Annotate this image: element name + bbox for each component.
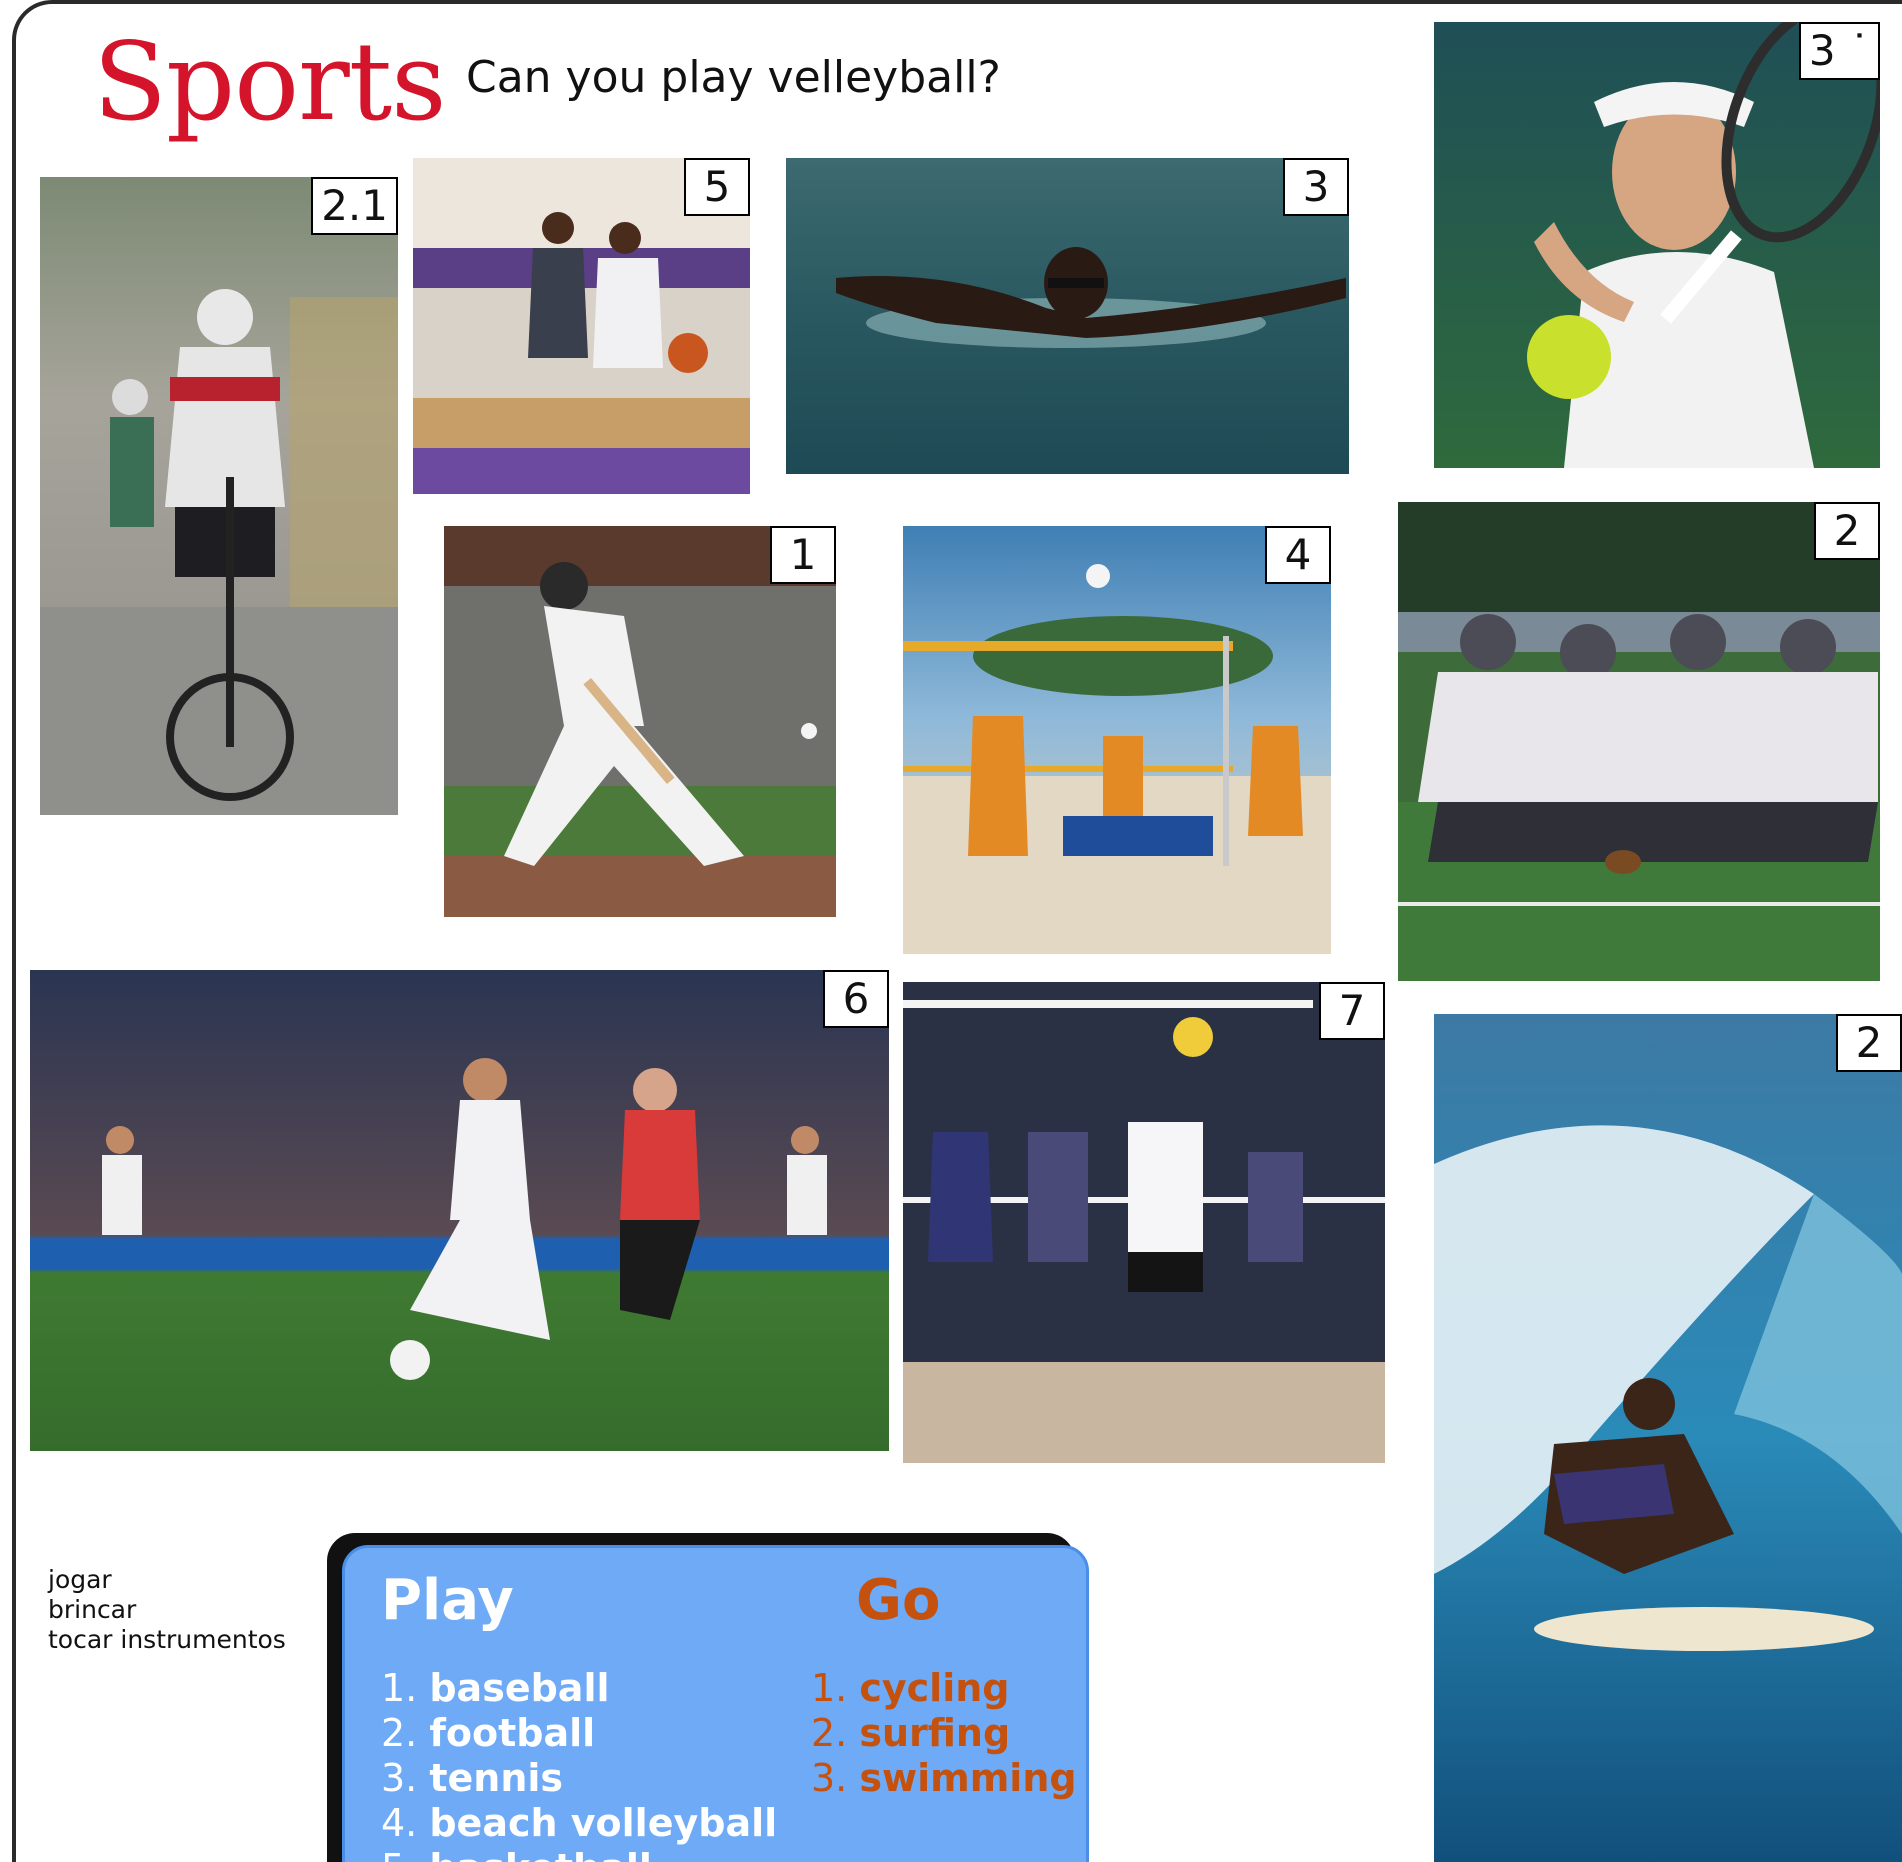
photo-number-badge: 4: [1265, 526, 1331, 584]
play-list: 1. baseball 2. football 3. tennis 4. bea…: [381, 1666, 777, 1862]
photo-surfing[interactable]: 2: [1434, 1014, 1902, 1862]
photo-basketball[interactable]: 5: [413, 158, 750, 494]
swimming-image: [786, 158, 1349, 474]
list-item: 2. football: [381, 1711, 596, 1755]
american-football-image: [1398, 502, 1880, 981]
indoor-volleyball-image: [903, 982, 1385, 1463]
photo-number-badge: 6: [823, 970, 889, 1028]
list-item: 1. cycling: [811, 1666, 1010, 1710]
photo-number-badge: 3: [1283, 158, 1349, 216]
list-item: 4. beach volleyball: [381, 1801, 778, 1845]
photo-beach-volleyball[interactable]: 4: [903, 526, 1331, 954]
photo-soccer[interactable]: 6: [30, 970, 889, 1451]
note-line: tocar instrumentos: [48, 1625, 286, 1654]
photo-cycling[interactable]: 2.1: [40, 177, 398, 815]
soccer-image: [30, 970, 889, 1451]
beach-volleyball-image: [903, 526, 1331, 954]
list-item: 3. swimming: [811, 1756, 1077, 1800]
surfing-image: [1434, 1014, 1902, 1862]
photo-baseball[interactable]: 1: [444, 526, 836, 917]
note-line: jogar: [48, 1565, 112, 1594]
cycling-image: [40, 177, 398, 815]
page-title: Sports: [93, 20, 447, 145]
vocab-card: Play Go 1. baseball 2. football 3. tenni…: [342, 1545, 1089, 1862]
photo-number-badge: 5: [684, 158, 750, 216]
photo-tennis[interactable]: 3 ˙: [1434, 22, 1880, 468]
note-line: brincar: [48, 1595, 137, 1624]
page-subtitle: Can you play velleyball?: [466, 52, 1001, 103]
go-heading: Go: [856, 1568, 941, 1633]
go-list: 1. cycling 2. surfing 3. swimming: [811, 1666, 1077, 1801]
translation-notes: jogar brincar tocar instrumentos: [48, 1565, 286, 1655]
list-item: 1. baseball: [381, 1666, 610, 1710]
photo-indoor-volleyball[interactable]: 7: [903, 982, 1385, 1463]
photo-number-badge: 1: [770, 526, 836, 584]
play-heading: Play: [381, 1568, 514, 1633]
baseball-image: [444, 526, 836, 917]
photo-number-badge: 2.1: [311, 177, 398, 235]
photo-american-football[interactable]: 2: [1398, 502, 1880, 981]
photo-number-badge: 2: [1836, 1014, 1902, 1072]
photo-number-badge: 3 ˙: [1798, 22, 1880, 80]
list-item: 2. surfing: [811, 1711, 1011, 1755]
photo-swimming[interactable]: 3: [786, 158, 1349, 474]
list-item: 3. tennis: [381, 1756, 564, 1800]
tennis-image: [1434, 22, 1880, 468]
photo-number-badge: 2: [1814, 502, 1880, 560]
list-item: 5. basketball: [381, 1846, 777, 1862]
photo-number-badge: 7: [1319, 982, 1385, 1040]
